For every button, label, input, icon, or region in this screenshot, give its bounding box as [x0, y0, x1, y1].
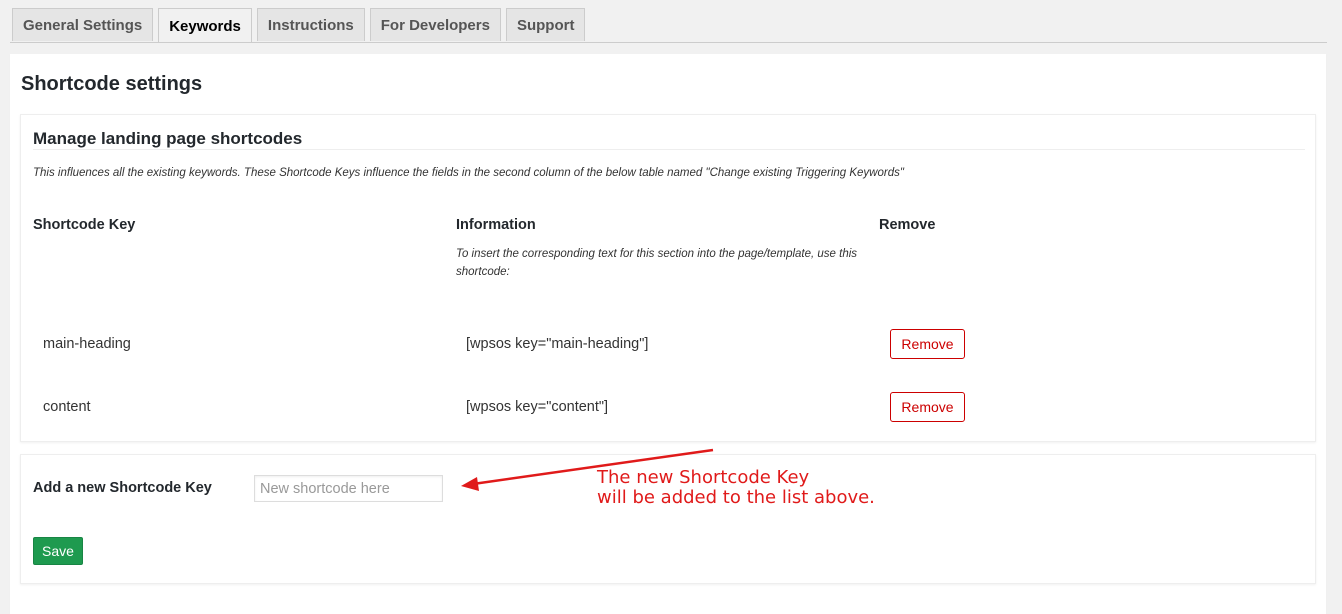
- tab-general-settings[interactable]: General Settings: [12, 8, 154, 41]
- add-shortcode-label: Add a new Shortcode Key: [33, 480, 212, 496]
- section-title: Manage landing page shortcodes: [33, 129, 303, 148]
- new-shortcode-input[interactable]: [254, 475, 443, 502]
- page-title: Shortcode settings: [21, 73, 203, 95]
- remove-button[interactable]: Remove: [890, 392, 965, 422]
- annotation-text: The new Shortcode Key will be added to t…: [597, 468, 875, 508]
- shortcode-key-cell: main-heading: [43, 336, 131, 352]
- annotation-line-1: The new Shortcode Key: [597, 467, 810, 488]
- save-button[interactable]: Save: [33, 537, 83, 565]
- section-divider: [33, 149, 1305, 150]
- section-description: This influences all the existing keyword…: [33, 167, 904, 179]
- settings-tabs: General Settings Keywords Instructions F…: [12, 8, 586, 43]
- tab-divider: [10, 42, 1327, 43]
- shortcode-value-cell: [wpsos key="content"]: [466, 399, 609, 415]
- remove-button[interactable]: Remove: [890, 329, 965, 359]
- shortcode-key-cell: content: [43, 399, 91, 415]
- information-note: To insert the corresponding text for thi…: [456, 248, 858, 278]
- shortcode-value-cell: [wpsos key="main-heading"]: [466, 336, 649, 352]
- column-header-remove: Remove: [879, 217, 936, 233]
- manage-shortcodes-card: Manage landing page shortcodes This infl…: [20, 114, 1316, 442]
- tab-support[interactable]: Support: [505, 8, 586, 41]
- column-header-shortcode-key: Shortcode Key: [33, 217, 136, 233]
- settings-panel: Shortcode settings Manage landing page s…: [10, 54, 1326, 614]
- tab-instructions[interactable]: Instructions: [256, 8, 365, 41]
- column-header-information: Information: [456, 217, 536, 233]
- annotation-line-2: will be added to the list above.: [597, 487, 875, 508]
- tab-for-developers[interactable]: For Developers: [369, 8, 501, 41]
- tab-keywords[interactable]: Keywords: [158, 8, 252, 43]
